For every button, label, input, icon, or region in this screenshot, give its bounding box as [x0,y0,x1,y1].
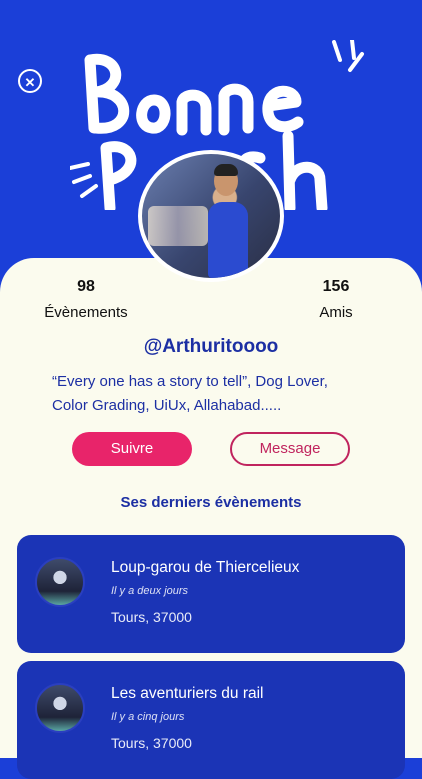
event-time: Il y a cinq jours [111,711,185,723]
avatar-hair [214,164,238,176]
avatar-background-crowd [148,206,208,246]
event-location: Tours, 37000 [111,735,192,751]
username: @Arthuritoooo [143,336,279,357]
friends-label: Amis [319,304,353,321]
close-button[interactable]: ✕ [18,69,42,93]
event-thumbnail [35,557,85,607]
profile-card: 98 Évènements 156 Amis @Arthuritoooo “Ev… [0,258,422,779]
bio-line-1: “Every one has a story to tell”, Dog Lov… [52,373,328,390]
event-thumbnail [35,683,85,733]
event-title: Loup-garou de Thiercelieux [111,559,300,576]
event-time: Il y a deux jours [111,585,189,597]
event-location: Tours, 37000 [111,609,192,625]
message-button[interactable]: Message [230,432,350,466]
hero-header: ✕ [0,0,422,300]
bio-line-2: Color Grading, UiUx, Allahabad..... [52,397,282,414]
event-title: Les aventuriers du rail [111,685,264,702]
events-label: Évènements [44,304,128,321]
avatar-shirt [208,202,248,278]
events-section-title: Ses derniers évènements [120,494,302,511]
event-card[interactable]: Loup-garou de Thiercelieux Il y a deux j… [17,535,405,653]
follow-button[interactable]: Suivre [72,432,192,466]
events-stat[interactable]: 98 Évènements [40,278,132,321]
friends-count: 156 [322,278,350,295]
friends-stat[interactable]: 156 Amis [300,278,372,321]
bio: “Every one has a story to tell”, Dog Lov… [52,370,372,418]
events-count: 98 [77,278,95,295]
avatar [138,150,284,282]
event-card[interactable]: Les aventuriers du rail Il y a cinq jour… [17,661,405,779]
